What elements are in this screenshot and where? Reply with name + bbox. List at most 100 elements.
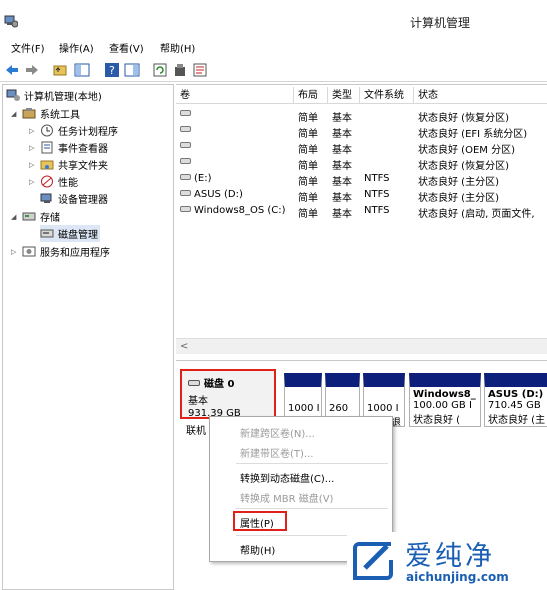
window-title: 计算机管理 xyxy=(410,16,471,30)
show-pane-icon[interactable] xyxy=(124,62,140,78)
menu-file[interactable]: 文件(F) xyxy=(11,40,45,55)
menu-separator xyxy=(236,508,388,509)
volume-type-cell: 基本 xyxy=(332,177,352,188)
tree-item-device-manager[interactable]: 设备管理器 xyxy=(40,190,108,207)
disk-icon xyxy=(188,380,200,386)
volume-name-cell: Windows8_OS (C:) xyxy=(180,205,294,216)
menu-separator xyxy=(236,463,388,464)
volume-layout-cell: 简单 xyxy=(298,209,318,220)
volume-layout-cell: 简单 xyxy=(298,161,318,172)
volume-layout-cell: 简单 xyxy=(298,145,318,156)
menu-convert-dynamic[interactable]: 转换到动态磁盘(C)... xyxy=(240,470,334,485)
volume-name-cell xyxy=(180,125,294,136)
volume-row[interactable]: 简单 基本 状态良好 (EFI 系统分区) xyxy=(176,124,547,140)
partition-asus[interactable]: ASUS (D:) 710.45 GB 状态良好 (主 xyxy=(484,373,547,427)
menu-properties[interactable]: 属性(P) xyxy=(240,515,274,530)
column-header-status[interactable]: 状态 xyxy=(414,87,547,104)
volume-row[interactable]: (E:) 简单 基本 NTFS 状态良好 (主分区) xyxy=(176,172,547,188)
volume-row[interactable]: 简单 基本 状态良好 (恢复分区) xyxy=(176,156,547,172)
disk-status: 联机 xyxy=(186,426,206,437)
collapsed-arrow-icon[interactable]: ▷ xyxy=(11,248,19,256)
volume-type-cell: 基本 xyxy=(332,145,352,156)
partition-size: 1000 I xyxy=(367,403,399,414)
tree-item-shared-folders[interactable]: ▷ 共享文件夹 xyxy=(29,156,108,173)
partition-name: Windows8_ xyxy=(413,389,476,400)
tree-label: 磁盘管理 xyxy=(58,230,98,241)
partition-size: 1000 I xyxy=(288,403,320,414)
menu-new-striped-volume[interactable]: 新建带区卷(T)... xyxy=(240,445,313,460)
tree-label: 设备管理器 xyxy=(58,195,108,206)
volume-row[interactable]: 简单 基本 状态良好 (OEM 分区) xyxy=(176,140,547,156)
watermark: 爱纯净 aichunjing.com xyxy=(347,532,547,590)
volume-row[interactable]: ASUS (D:) 简单 基本 NTFS 状态良好 (主分区) xyxy=(176,188,547,204)
column-header-filesystem[interactable]: 文件系统 xyxy=(360,87,414,104)
up-folder-icon[interactable] xyxy=(52,62,68,78)
help-icon[interactable]: ? xyxy=(104,62,120,78)
tree-item-system-tools[interactable]: ◢ 系统工具 xyxy=(11,105,80,122)
volume-row[interactable]: Windows8_OS (C:) 简单 基本 NTFS 状态良好 (启动, 页面文件, xyxy=(176,204,547,220)
tree-item-storage[interactable]: ◢ 存储 xyxy=(11,208,60,225)
disk-0-label[interactable]: 磁盘 0 基本 931.39 GB xyxy=(180,369,276,419)
volume-name: ASUS (D:) xyxy=(194,189,243,200)
volume-name-cell xyxy=(180,109,294,120)
watermark-logo-icon xyxy=(353,542,393,580)
menu-help[interactable]: 帮助(H) xyxy=(240,542,275,557)
tree-label: 存储 xyxy=(40,213,60,224)
show-tree-icon[interactable] xyxy=(74,62,90,78)
disk-type: 基本 xyxy=(188,396,208,407)
scroll-left-icon[interactable]: < xyxy=(180,341,188,352)
collapsed-arrow-icon[interactable]: ▷ xyxy=(29,161,37,169)
volume-status-cell: 状态良好 (恢复分区) xyxy=(418,113,509,124)
back-arrow-icon[interactable] xyxy=(4,62,20,78)
tree-item-services[interactable]: ▷ 服务和应用程序 xyxy=(11,243,110,260)
menu-new-spanned-volume[interactable]: 新建跨区卷(N)... xyxy=(240,425,315,440)
volume-layout-cell: 简单 xyxy=(298,177,318,188)
tree-item-disk-management[interactable]: 磁盘管理 xyxy=(40,225,100,242)
menu-action[interactable]: 操作(A) xyxy=(59,40,94,55)
partition-name: ASUS (D:) xyxy=(488,389,544,400)
menu-help[interactable]: 帮助(H) xyxy=(160,40,195,55)
tree-item-root[interactable]: 计算机管理(本地) xyxy=(6,87,102,104)
volume-status-cell: 状态良好 (恢复分区) xyxy=(418,161,509,172)
expanded-arrow-icon[interactable]: ◢ xyxy=(11,110,19,118)
properties-icon[interactable] xyxy=(172,62,188,78)
tree-item-event-viewer[interactable]: ▷ 事件查看器 xyxy=(29,139,108,156)
refresh-icon[interactable] xyxy=(152,62,168,78)
column-header-layout[interactable]: 布局 xyxy=(294,87,328,104)
expanded-arrow-icon[interactable]: ◢ xyxy=(11,213,19,221)
export-icon[interactable] xyxy=(192,62,208,78)
tools-icon xyxy=(22,108,36,119)
tree-item-task-scheduler[interactable]: ▷ 任务计划程序 xyxy=(29,122,118,139)
tree-label: 系统工具 xyxy=(40,110,80,121)
tree-label: 性能 xyxy=(58,178,78,189)
partition-status: 状态良好 ( xyxy=(413,415,461,426)
menu-bar: 文件(F) 操作(A) 查看(V) 帮助(H) xyxy=(0,38,547,56)
services-icon xyxy=(22,246,36,257)
volume-row[interactable]: 简单 基本 状态良好 (恢复分区) xyxy=(176,108,547,124)
volume-layout-cell: 简单 xyxy=(298,193,318,204)
partition-windows[interactable]: Windows8_ 100.00 GB I 状态良好 ( xyxy=(409,373,481,427)
menu-convert-mbr[interactable]: 转换成 MBR 磁盘(V) xyxy=(240,490,333,505)
forward-arrow-icon[interactable] xyxy=(24,62,40,78)
horizontal-scrollbar[interactable]: < xyxy=(176,338,547,354)
column-header-type[interactable]: 类型 xyxy=(328,87,360,104)
collapsed-arrow-icon[interactable]: ▷ xyxy=(29,127,37,135)
tree-label: 服务和应用程序 xyxy=(40,248,110,259)
menu-view[interactable]: 查看(V) xyxy=(109,40,144,55)
tree-item-performance[interactable]: ▷ 性能 xyxy=(29,173,78,190)
partition-status: 状态良好 (主 xyxy=(488,415,546,426)
tree-label: 计算机管理(本地) xyxy=(24,92,102,103)
drive-icon xyxy=(180,142,191,148)
volume-list-header: 卷 布局 类型 文件系统 状态 xyxy=(176,87,547,104)
collapsed-arrow-icon[interactable]: ▷ xyxy=(29,144,37,152)
volume-status-cell: 状态良好 (EFI 系统分区) xyxy=(418,129,528,140)
collapsed-arrow-icon[interactable]: ▷ xyxy=(29,178,37,186)
toolbar: ? xyxy=(0,58,547,82)
volume-layout-cell: 简单 xyxy=(298,129,318,140)
volume-status-cell: 状态良好 (OEM 分区) xyxy=(418,145,515,156)
tree-label: 共享文件夹 xyxy=(58,161,108,172)
watermark-brand: 爱纯净 xyxy=(405,541,495,572)
drive-icon xyxy=(180,126,191,132)
drive-icon xyxy=(180,190,191,196)
column-header-volume[interactable]: 卷 xyxy=(176,87,294,104)
